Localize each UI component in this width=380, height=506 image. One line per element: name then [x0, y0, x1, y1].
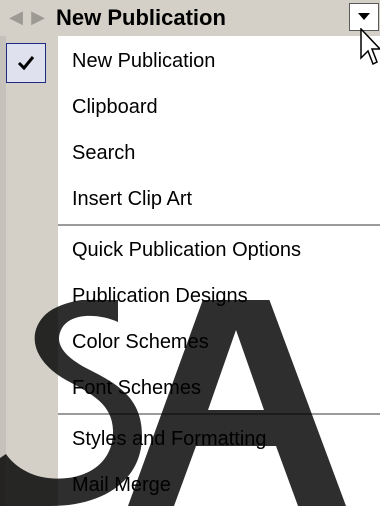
- menu-separator: [58, 413, 380, 415]
- menu-item-label: Publication Designs: [72, 285, 248, 307]
- task-pane-dropdown-button[interactable]: [349, 3, 379, 31]
- task-pane-menu: ◀ ▶ New Publication New Publication Clip…: [0, 0, 380, 506]
- menu-item-styles-and-formatting[interactable]: Styles and Formatting: [58, 416, 380, 462]
- menu-item-label: New Publication: [72, 50, 216, 72]
- menu-item-label: Mail Merge: [72, 474, 171, 496]
- menu-item-label: Clipboard: [72, 96, 158, 118]
- checkmark-icon: [17, 56, 35, 71]
- menu-item-label: Insert Clip Art: [72, 188, 193, 210]
- menu-item-clipboard[interactable]: Clipboard: [58, 84, 380, 130]
- menu-edge: [0, 36, 6, 506]
- task-pane-title: New Publication: [56, 5, 226, 30]
- menu-item-label: Color Schemes: [72, 331, 209, 353]
- menu-item-publication-designs[interactable]: Publication Designs: [58, 273, 380, 319]
- task-pane-header: ◀ ▶ New Publication: [0, 0, 380, 37]
- menu-item-mail-merge[interactable]: Mail Merge: [58, 462, 380, 506]
- checkmark-box: [6, 43, 46, 83]
- back-arrow-icon[interactable]: ◀: [6, 8, 26, 28]
- menu-item-label: Quick Publication Options: [72, 239, 302, 261]
- menu-item-label: Font Schemes: [72, 377, 201, 399]
- chevron-down-icon: [358, 13, 370, 20]
- menu-item-new-publication[interactable]: New Publication: [6, 38, 380, 84]
- menu-item-label: Styles and Formatting: [72, 428, 267, 450]
- menu-item-search[interactable]: Search: [58, 130, 380, 176]
- menu-gutter: [0, 36, 58, 506]
- menu-item-quick-publication-options[interactable]: Quick Publication Options: [58, 227, 380, 273]
- mouse-pointer-icon: [360, 28, 380, 66]
- menu-item-insert-clip-art[interactable]: Insert Clip Art: [58, 176, 380, 222]
- task-pane-dropdown-menu: New Publication Clipboard Search Insert …: [0, 36, 380, 506]
- menu-item-color-schemes[interactable]: Color Schemes: [58, 319, 380, 365]
- menu-separator: [58, 224, 380, 226]
- menu-item-font-schemes[interactable]: Font Schemes: [58, 365, 380, 411]
- forward-arrow-icon[interactable]: ▶: [28, 8, 48, 28]
- menu-item-label: Search: [72, 142, 136, 164]
